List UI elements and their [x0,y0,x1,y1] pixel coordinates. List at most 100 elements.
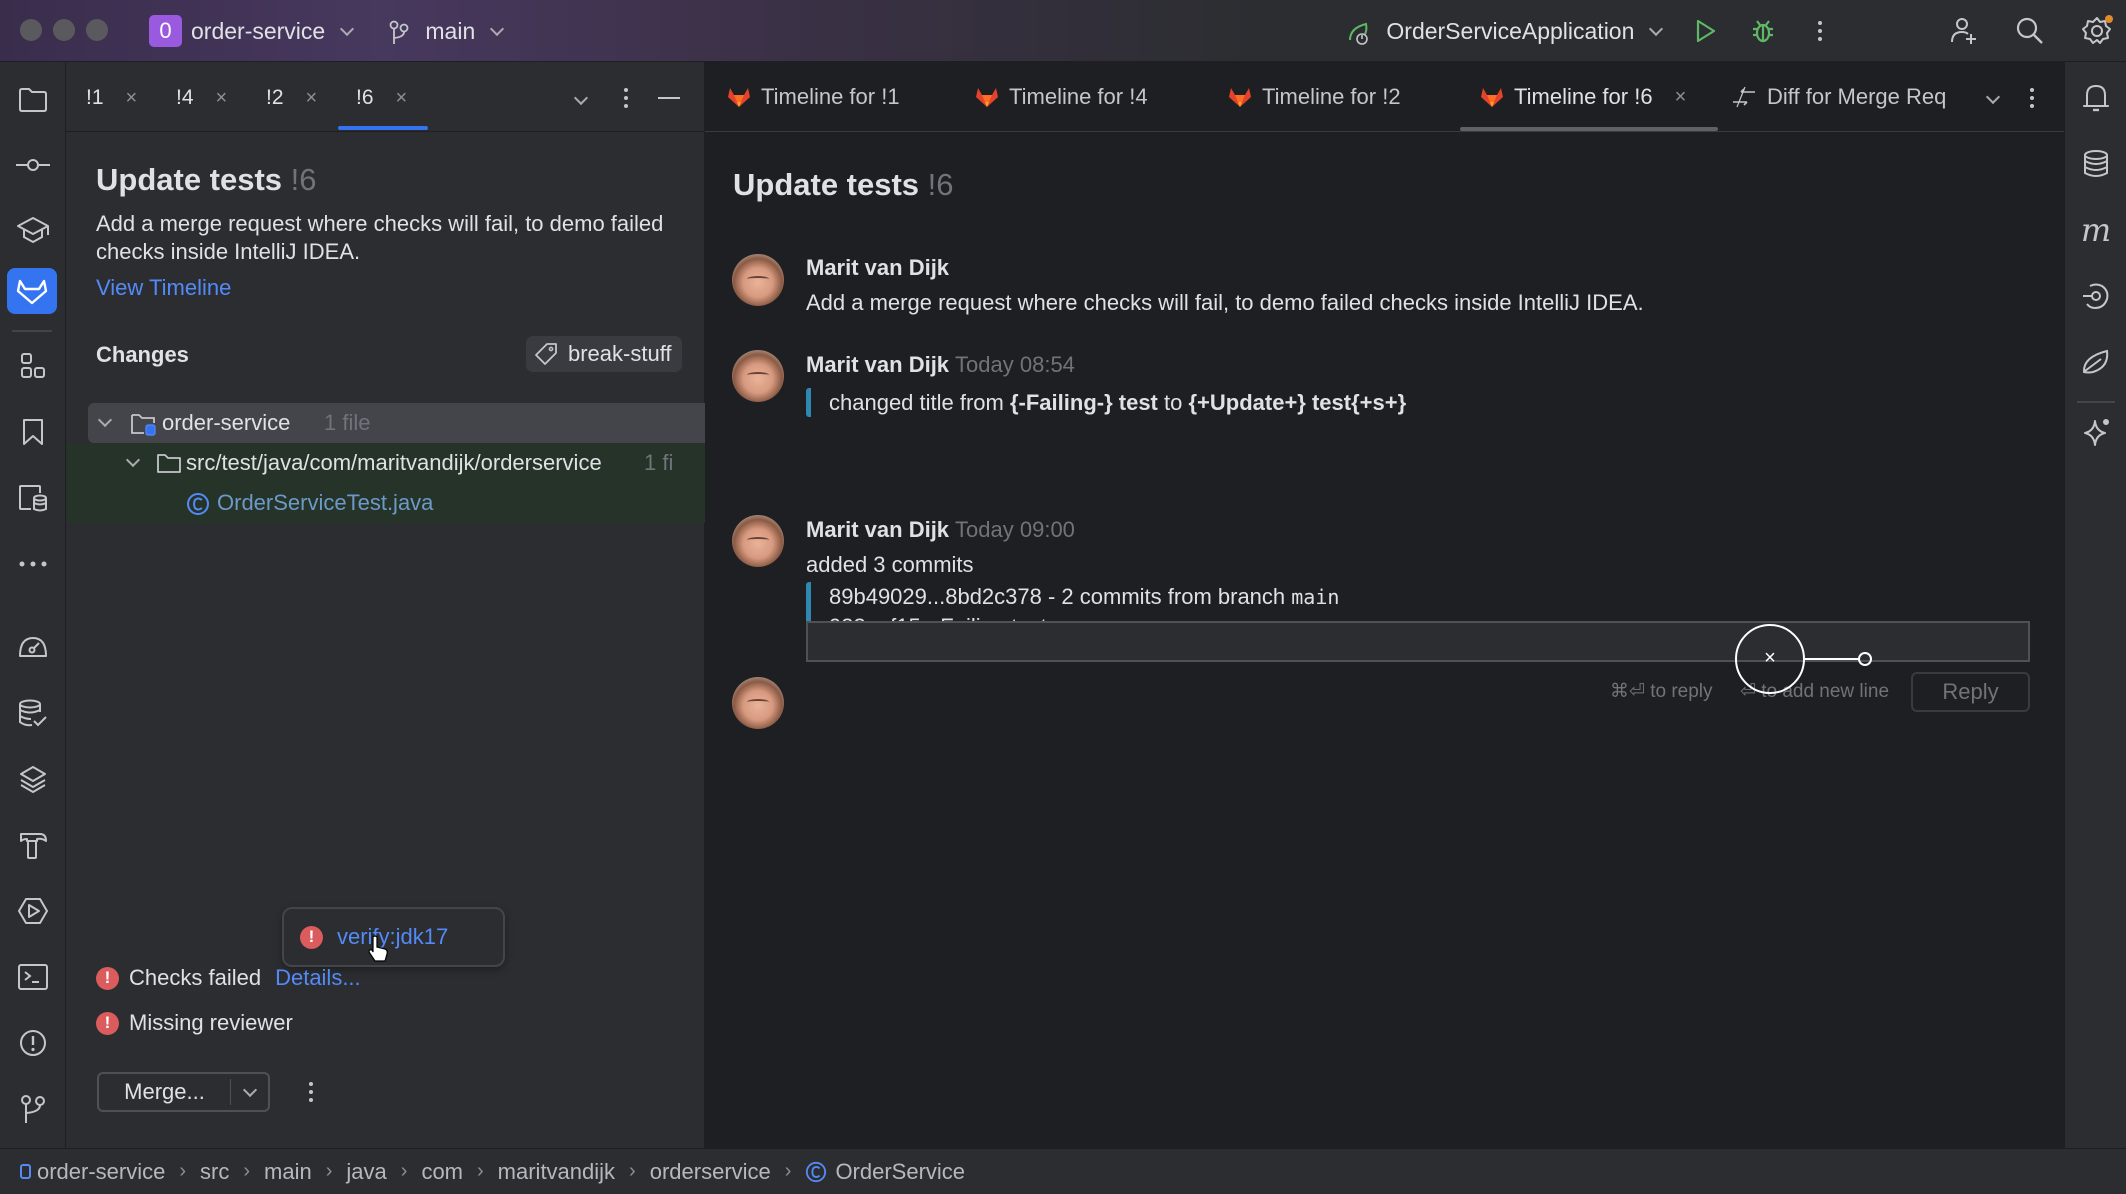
details-link[interactable]: Details... [275,965,361,991]
module-icon [20,1164,31,1179]
breadcrumb-item[interactable]: orderservice [650,1159,771,1185]
layers-icon [20,766,46,793]
close-icon[interactable]: × [216,87,228,109]
hide-panel-button[interactable] [658,97,680,99]
project-tool-button[interactable] [13,80,53,120]
breadcrumb-item[interactable]: main [264,1159,312,1185]
merge-request-panel: !1 × !4 × !2 × !6 × Update tests !6 Add a me… [66,62,705,1148]
spring-icon [2082,349,2109,374]
minimize-window-button[interactable] [53,19,75,41]
tabs-dropdown-button[interactable] [573,90,589,108]
tab-timeline-6[interactable]: Timeline for !6 × [1480,84,1686,110]
tab-timeline-4[interactable]: Timeline for !4 [975,84,1148,110]
merge-options-dropdown[interactable] [231,1082,268,1100]
merge-more-button[interactable] [309,1082,313,1102]
tab-timeline-2[interactable]: Timeline for !2 [1228,84,1401,110]
close-window-button[interactable] [20,19,42,41]
breadcrumb-item[interactable]: com [421,1159,463,1185]
branch-icon [389,20,409,44]
bookmarks-tool-button[interactable] [13,412,53,452]
learn-tool-button[interactable] [13,210,53,250]
profiler-tool-button[interactable] [13,627,53,667]
breadcrumb-item[interactable]: OrderService [835,1159,965,1185]
structure-tool-button[interactable] [13,346,53,386]
search-button[interactable] [2013,14,2047,48]
ai-assistant-button[interactable] [2076,412,2116,452]
gitlab-icon [728,88,750,107]
editor-options-button[interactable] [2030,88,2034,108]
changes-heading: Changes [96,342,189,367]
more-actions-button[interactable] [1803,14,1837,48]
layers-tool-button[interactable] [13,759,53,799]
more-tools-button[interactable] [13,544,53,584]
database-file-tool-button[interactable] [13,478,53,518]
tree-row-module[interactable]: order-service 1 file [88,403,705,443]
check-link[interactable]: verify:jdk17 [337,924,448,950]
merge-button[interactable]: Merge... [97,1072,270,1112]
chevron-down-icon[interactable] [97,412,113,428]
terminal-tool-button[interactable] [13,957,53,997]
checks-status: ! Checks failed Details... [96,965,361,991]
commit-tool-button[interactable] [13,145,53,185]
gitlab-tool-button[interactable] [7,268,57,314]
git-tool-button[interactable] [13,1089,53,1129]
zoom-window-button[interactable] [86,19,108,41]
endpoints-button[interactable] [2076,276,2116,316]
run-button[interactable] [1688,14,1722,48]
close-icon[interactable]: × [396,87,408,109]
timestamp: Today 09:00 [955,517,1075,542]
timeline-author: Marit van Dijk Today 09:00 [806,517,1075,542]
status-bar: order-service › src › main › java › com … [0,1148,2126,1194]
tab-mr-1[interactable]: !1 × [86,86,137,110]
breadcrumb-item[interactable]: src [200,1159,229,1185]
build-tool-button[interactable] [13,825,53,865]
project-badge[interactable]: 0 [149,15,182,47]
close-icon[interactable]: × [306,87,318,109]
panel-options-button[interactable] [624,88,628,108]
tab-mr-2[interactable]: !2 × [266,86,317,110]
database-file-icon [19,485,47,512]
project-selector[interactable]: order-service [191,15,354,47]
reply-input[interactable] [806,621,2030,662]
problems-tool-button[interactable] [13,1023,53,1063]
left-tool-strip [0,62,66,1148]
profiler-icon [19,637,47,657]
breadcrumb-item[interactable]: maritvandijk [498,1159,615,1185]
database-button[interactable] [2076,144,2116,184]
services-tool-button[interactable] [13,891,53,931]
missing-reviewer-text: Missing reviewer [129,1010,293,1035]
tab-timeline-1[interactable]: Timeline for !1 [727,84,900,110]
close-icon[interactable]: × [126,87,138,109]
tab-mr-6[interactable]: !6 × [356,86,407,110]
close-icon[interactable]: × [1675,86,1687,109]
notifications-icon [2083,85,2109,112]
tab-diff[interactable]: Diff for Merge Req [1731,84,1953,110]
java-class-icon [806,1161,827,1182]
commit-item[interactable]: 89b49029...8bd2c378 - 2 commits from bra… [829,582,1339,612]
notifications-button[interactable] [2076,78,2116,118]
reply-button[interactable]: Reply [1911,672,2030,712]
merge-button-label[interactable]: Merge... [99,1079,230,1105]
tree-row-file[interactable]: OrderServiceTest.java [66,483,705,523]
breadcrumb-item[interactable]: java [346,1159,386,1185]
tree-row-package[interactable]: src/test/java/com/maritvandijk/orderserv… [66,443,705,483]
maven-button[interactable]: m [2076,210,2116,250]
settings-button[interactable] [2080,14,2114,48]
debug-button[interactable] [1746,14,1780,48]
debug-icon [1753,20,1773,43]
database-check-tool-button[interactable] [13,693,53,733]
more-icon [1818,21,1822,41]
add-user-button[interactable] [1947,14,1981,48]
tabs-dropdown-button[interactable] [1985,89,2001,107]
chevron-down-icon[interactable] [125,452,141,468]
view-timeline-link[interactable]: View Timeline [96,275,231,301]
tab-mr-4[interactable]: !4 × [176,86,227,110]
breadcrumb-item[interactable]: order-service [37,1159,165,1185]
branch-tag[interactable]: break-stuff [526,336,682,372]
branch-selector[interactable]: main [389,15,504,47]
run-config-selector[interactable]: OrderServiceApplication [1346,15,1663,47]
breadcrumb-separator: › [477,1160,484,1182]
run-icon [1696,19,1716,43]
reviewer-status: ! Missing reviewer [96,1010,293,1036]
spring-button[interactable] [2076,342,2116,382]
